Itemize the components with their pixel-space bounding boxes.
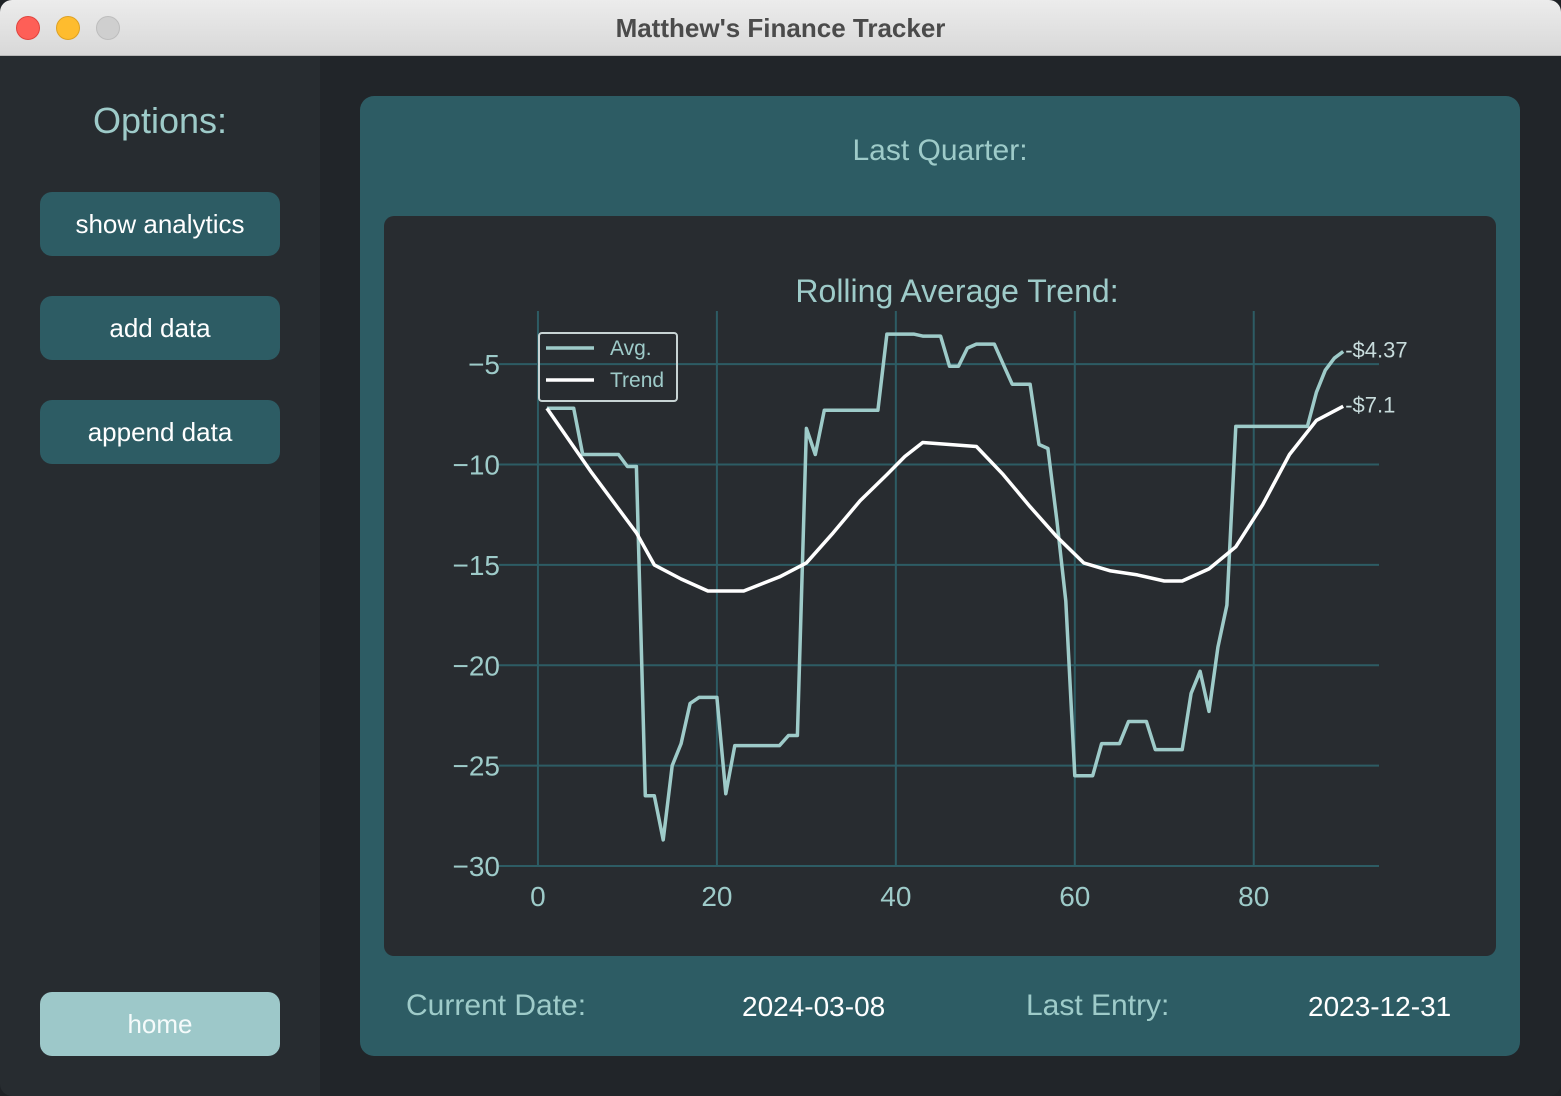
append-data-button[interactable]: append data — [40, 400, 280, 464]
y-tick-label: −20 — [453, 650, 501, 681]
y-tick-label: −5 — [468, 349, 500, 380]
current-date-label: Current Date: — [406, 989, 587, 1022]
avg-series-line — [546, 332, 1345, 842]
legend-trend-label: Trend — [610, 369, 664, 392]
window-title: Matthew's Finance Tracker — [615, 13, 946, 43]
last-entry-value: 2023-12-31 — [1308, 991, 1452, 1022]
current-date-value: 2024-03-08 — [742, 991, 886, 1022]
app-window: Matthew's Finance Tracker Options: show … — [0, 0, 1561, 1096]
panel-title: Last Quarter: — [852, 134, 1028, 167]
legend-avg-label: Avg. — [610, 337, 652, 360]
quarter-panel: Last Quarter: Rolling Average Trend: 0 20 4… — [360, 96, 1520, 1056]
y-tick-label: −10 — [453, 450, 501, 481]
show-analytics-button[interactable]: show analytics — [40, 192, 280, 256]
y-tick-label: −25 — [453, 751, 501, 782]
title-bar: Matthew's Finance Tracker — [0, 0, 1561, 56]
trend-series-line — [545, 404, 1345, 593]
home-button[interactable]: home — [40, 992, 280, 1056]
add-data-button[interactable]: add data — [40, 296, 280, 360]
rolling-average-chart: Rolling Average Trend: 0 20 40 60 80 −5 −10 −15 −… — [453, 273, 1408, 912]
chart-container: Rolling Average Trend: 0 20 40 60 80 −5 −10 −15 −… — [384, 216, 1496, 956]
x-tick-label: 60 — [1059, 881, 1090, 912]
chart-title: Rolling Average Trend: — [795, 273, 1118, 309]
options-title: Options: — [92, 100, 228, 141]
y-tick-label: −15 — [453, 550, 501, 581]
x-tick-label: 40 — [880, 881, 911, 912]
x-tick-label: 0 — [530, 881, 546, 912]
last-entry-label: Last Entry: — [1026, 989, 1170, 1022]
sidebar: Options: show analytics add data append … — [0, 56, 320, 1096]
main-area: Last Quarter: Rolling Average Trend: 0 20 4… — [320, 56, 1561, 1096]
trend-end-label: -$7.1 — [1345, 392, 1395, 417]
x-tick-label: 80 — [1238, 881, 1269, 912]
avg-end-label: -$4.37 — [1345, 338, 1407, 363]
x-tick-label: 20 — [701, 881, 732, 912]
y-tick-label: −30 — [453, 851, 501, 882]
